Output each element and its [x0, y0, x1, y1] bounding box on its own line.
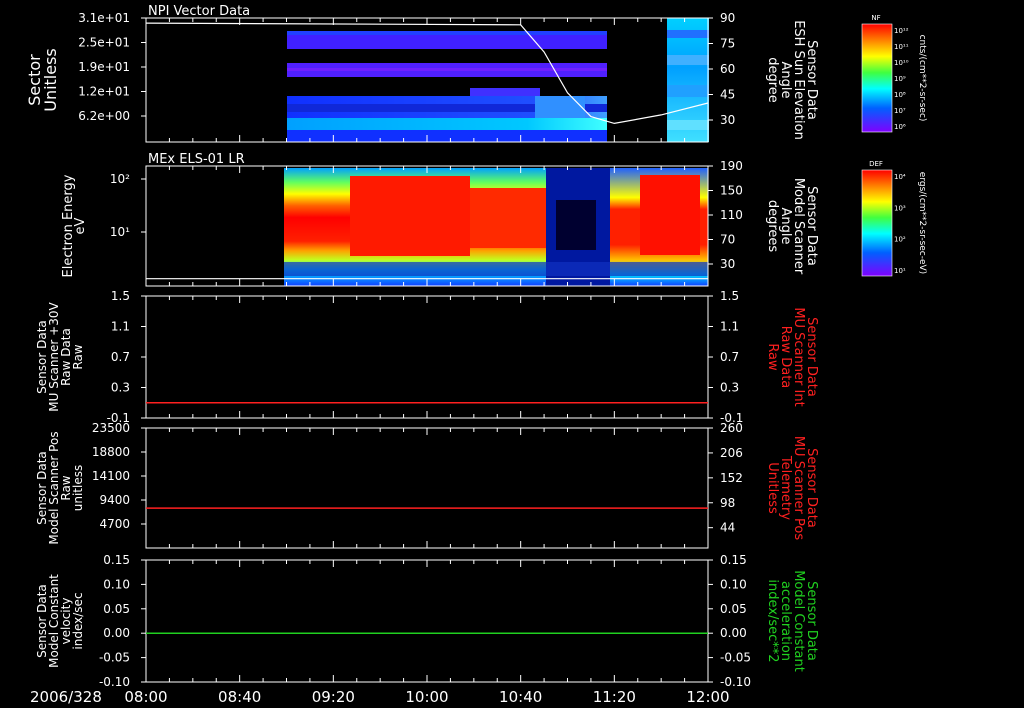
y-axis-label: index/sec [71, 592, 85, 649]
colorbar-2: DEF 10⁴ 10³ 10² 10¹ ergs/(cm**2-sr-sec-eV) [861, 160, 927, 277]
y-axis-label: unitless [71, 465, 85, 511]
right-tick-label: 0.10 [720, 577, 747, 591]
colorbar-tick-label: 10⁶ [894, 123, 906, 131]
y-tick-label: 1.5 [111, 289, 130, 303]
panel-5: 0.15 0.10 0.05 0.00 -0.05 -0.10 0.15 0.10 0.05 0.… [35, 553, 819, 689]
right-tick-label: 1.5 [720, 289, 739, 303]
colorbar-1: NF 10¹² 10¹¹ 10¹⁰ 10⁹ 10⁸ 10⁷ 10⁶ cnts/(cm**2-sr… [861, 14, 927, 133]
colorbar-tick-label: 10⁷ [894, 107, 906, 115]
y-tick-label: 1.9e+01 [78, 60, 130, 74]
time-tick-label: 10:00 [405, 688, 448, 706]
right-tick-label: 60 [720, 62, 735, 76]
y-tick-label: 10² [110, 172, 130, 186]
panel-3: 1.51.10.70.3-0.11.51.10.70.3-0.1Sensor D… [35, 289, 819, 425]
time-tick-label: 08:40 [218, 688, 261, 706]
colorbar-gradient [862, 24, 892, 132]
right-tick-label: 44 [720, 521, 735, 535]
y-tick-label: 0.00 [103, 626, 130, 640]
right-tick-label: 70 [720, 233, 735, 247]
right-tick-label: -0.10 [720, 675, 751, 689]
panel-title: MEx ELS-01 LR [148, 152, 245, 167]
colorbar-tick-label: 10¹ [894, 267, 906, 275]
y-tick-label: 0.15 [103, 553, 130, 567]
y-tick-label: 0.05 [103, 602, 130, 616]
right-tick-label: 110 [720, 208, 743, 222]
y-tick-label: -0.05 [99, 651, 130, 665]
right-axis-label: Unitless [765, 462, 780, 514]
right-tick-label: 0.7 [720, 350, 739, 364]
colorbar-tick-label: 10⁴ [894, 173, 906, 181]
right-tick-label: 0.15 [720, 553, 747, 567]
time-tick-label: 10:40 [499, 688, 542, 706]
y-tick-label: 10¹ [110, 225, 130, 239]
y-tick-label: 4700 [99, 517, 130, 531]
right-tick-label: 45 [720, 88, 735, 102]
y-tick-label: 9400 [99, 493, 130, 507]
y-tick-label: 2.5e+01 [78, 36, 130, 50]
right-tick-label: 260 [720, 421, 743, 435]
y-tick-label: 18800 [92, 445, 130, 459]
right-tick-label: 30 [720, 113, 735, 127]
colorbar-tag: DEF [869, 160, 883, 168]
els-spectrogram [284, 168, 708, 286]
date-label: 2006/328 [30, 688, 102, 706]
y-tick-label: 6.2e+00 [78, 109, 130, 123]
panel-frame [145, 427, 709, 549]
right-tick-label: 1.1 [720, 320, 739, 334]
y-tick-label: 0.3 [111, 381, 130, 395]
y-axis-label: Unitless [41, 48, 60, 112]
panel-frame [145, 295, 709, 419]
right-tick-label: 150 [720, 184, 743, 198]
right-axis-label: degrees [765, 200, 780, 253]
y-axis-label: eV [73, 217, 88, 234]
colorbar-tick-label: 10⁸ [894, 91, 906, 99]
y-tick-label: 14100 [92, 469, 130, 483]
colorbar-tick-label: 10¹¹ [894, 43, 909, 51]
time-tick-label: 12:00 [686, 688, 729, 706]
right-tick-label: -0.05 [720, 651, 751, 665]
colorbar-units: cnts/(cm**2-sr-sec) [917, 35, 927, 122]
npi-heatmap [287, 18, 709, 142]
colorbar-tag: NF [871, 14, 880, 22]
colorbar-tick-label: 10³ [894, 204, 906, 212]
right-tick-label: 190 [720, 159, 743, 173]
colorbar-gradient [862, 170, 892, 276]
colorbar-units: ergs/(cm**2-sr-sec-eV) [917, 172, 927, 274]
right-tick-label: 152 [720, 471, 743, 485]
right-tick-label: 98 [720, 496, 735, 510]
panel-4: 235001880014100940047002602061529844Sens… [35, 421, 819, 549]
panel-title: NPI Vector Data [148, 4, 250, 19]
right-axis-label: index/sec**2 [765, 579, 780, 662]
y-tick-label: -0.10 [99, 675, 130, 689]
right-tick-label: 206 [720, 446, 743, 460]
right-tick-label: 0.00 [720, 626, 747, 640]
panel-frame [145, 559, 709, 683]
y-tick-label: 0.7 [111, 350, 130, 364]
right-tick-label: 75 [720, 37, 735, 51]
right-tick-label: 0.05 [720, 602, 747, 616]
y-tick-label: 3.1e+01 [78, 11, 130, 25]
time-axis: 2006/328 08:00 08:40 09:20 10:00 10:40 11:20 12… [30, 688, 730, 706]
chart-figure: NPI Vector Data 3.1e+01 2.5e+01 1.9e+01 1.2e… [25, 4, 927, 706]
right-axis-label: degree [765, 57, 780, 103]
time-tick-label: 08:00 [124, 688, 167, 706]
colorbar-tick-label: 10⁹ [894, 75, 906, 83]
y-tick-label: 1.1 [111, 320, 130, 334]
right-axis-label: Raw [765, 343, 780, 371]
time-tick-label: 11:20 [593, 688, 636, 706]
y-tick-label: 0.10 [103, 577, 130, 591]
colorbar-tick-label: 10¹² [894, 27, 909, 35]
y-axis-label: Raw [71, 344, 85, 369]
colorbar-tick-label: 10¹⁰ [894, 59, 909, 67]
right-tick-label: 0.3 [720, 381, 739, 395]
y-tick-label: 23500 [92, 421, 130, 435]
right-tick-label: 90 [720, 11, 735, 25]
time-tick-label: 09:20 [312, 688, 355, 706]
colorbar-tick-label: 10² [894, 236, 906, 244]
y-tick-label: 1.2e+01 [78, 85, 130, 99]
right-tick-label: 30 [720, 257, 735, 271]
